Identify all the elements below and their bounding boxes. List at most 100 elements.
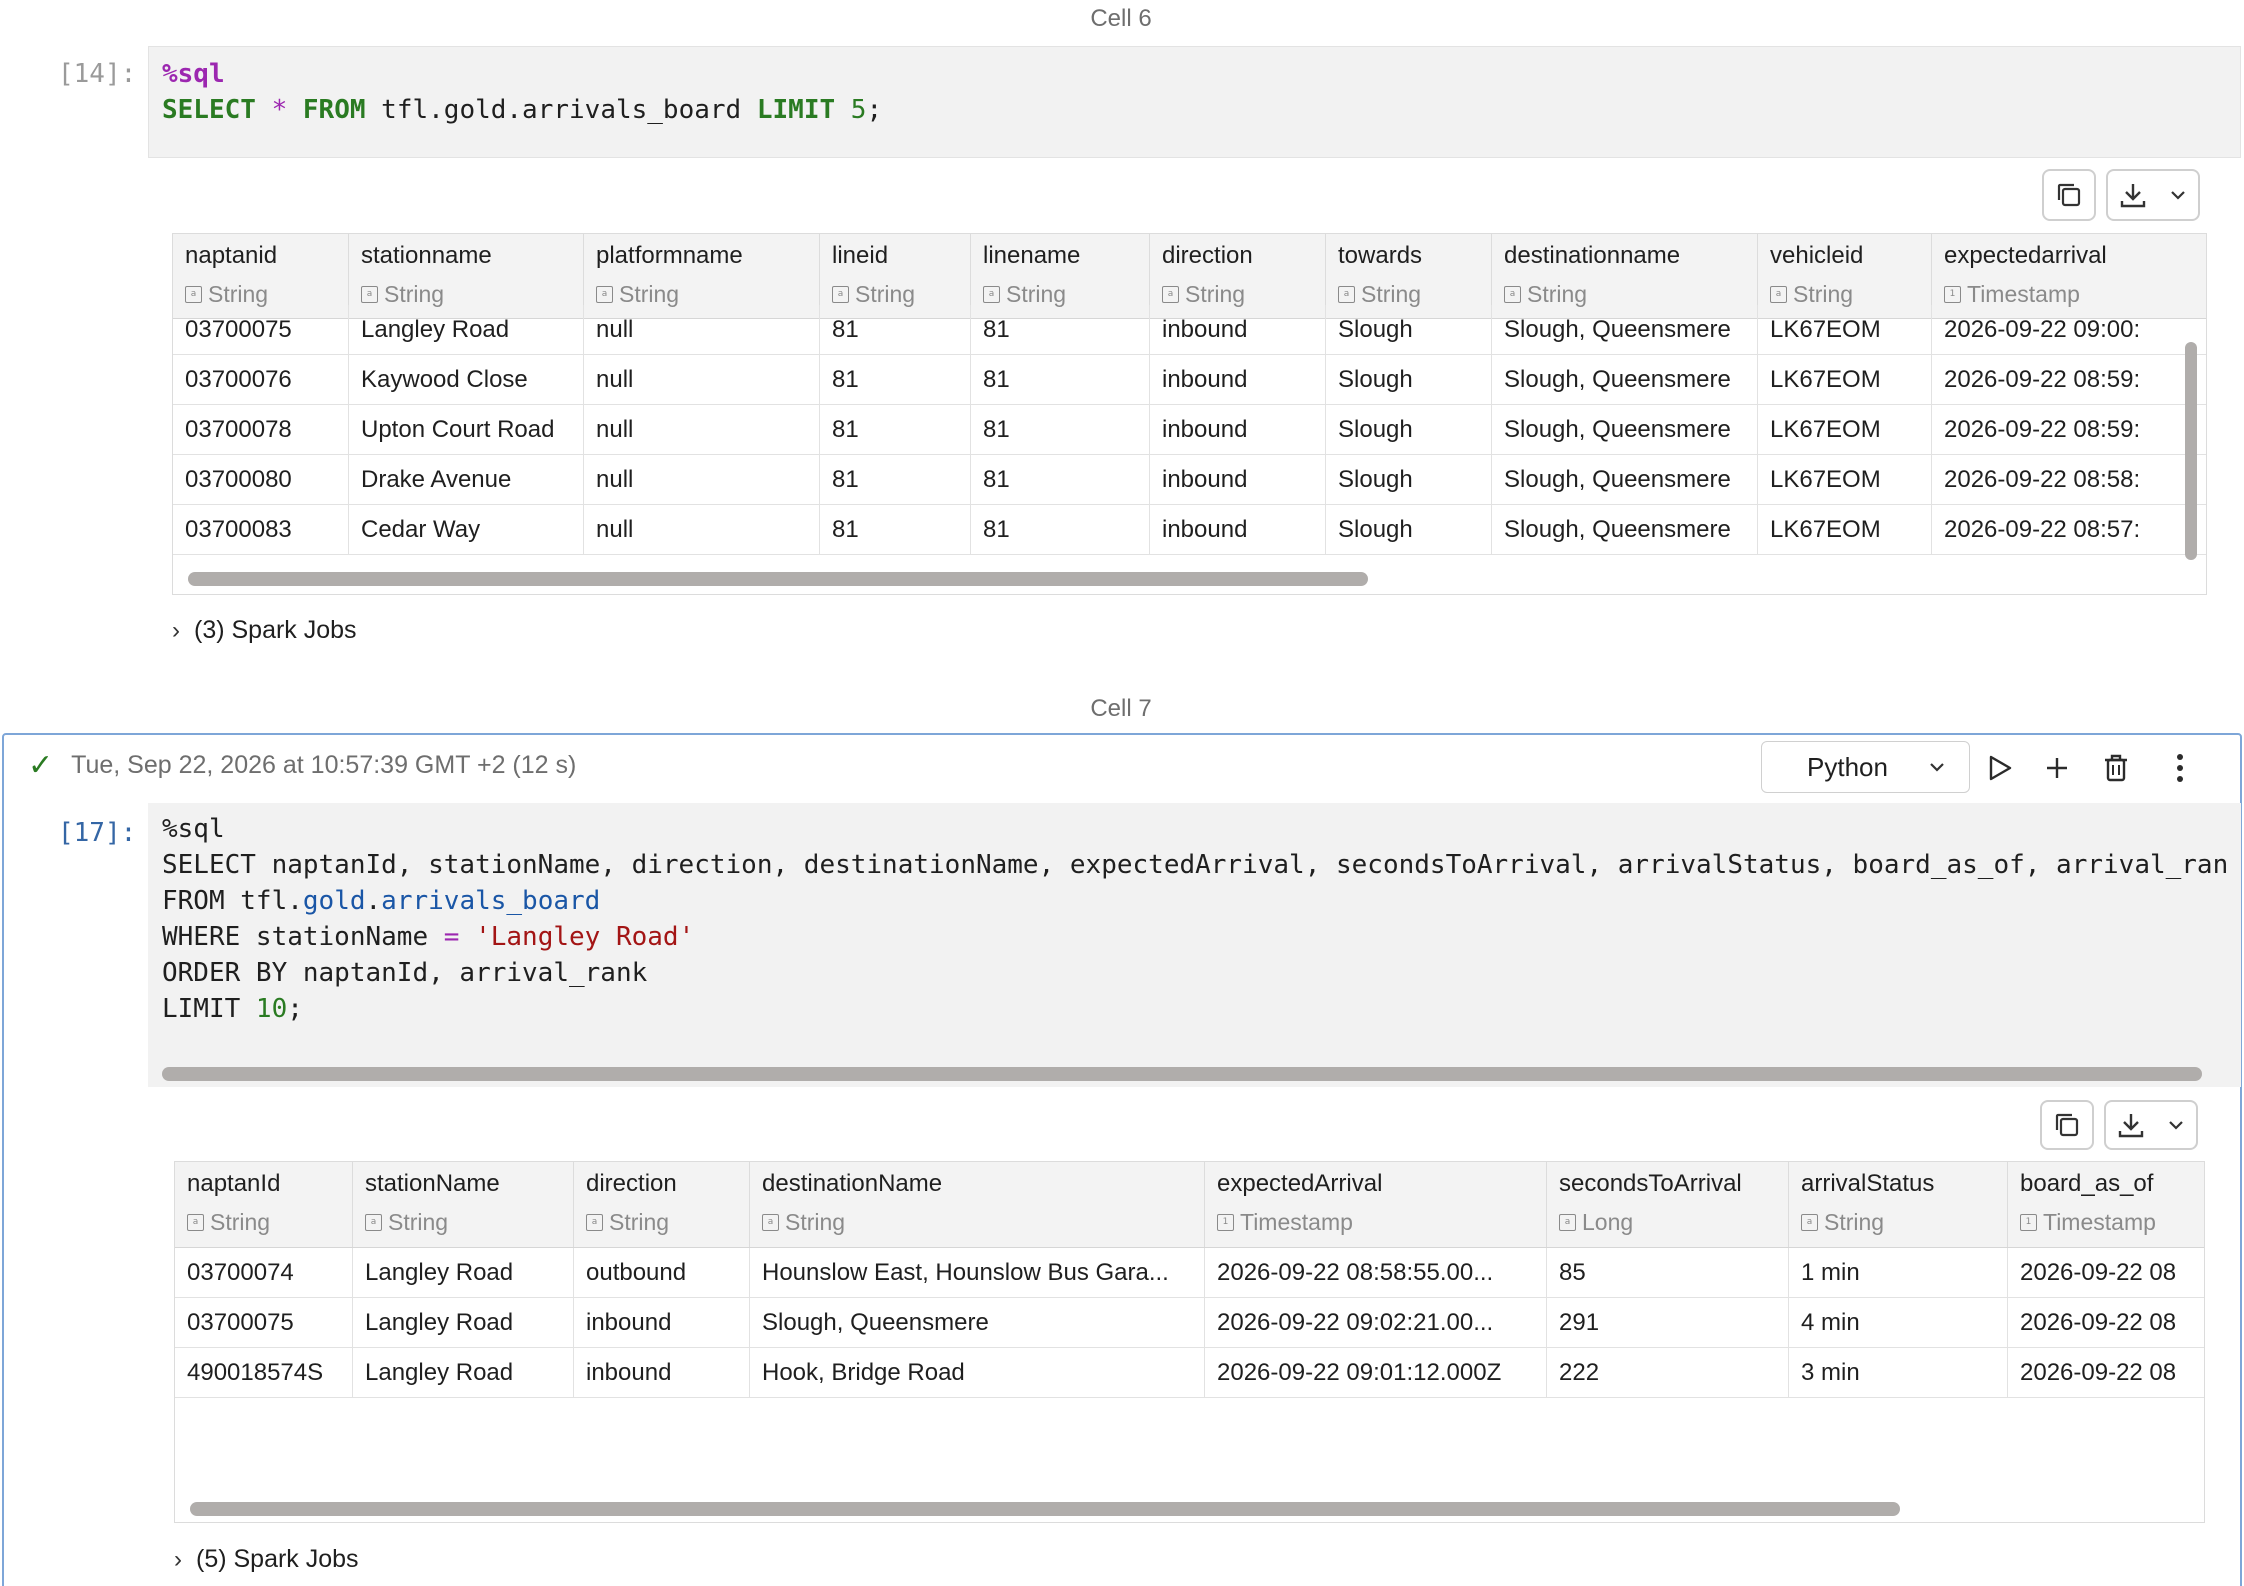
table-cell[interactable]: 81: [971, 455, 1150, 504]
table-cell[interactable]: 2026-09-22 09:01:12.000Z: [1205, 1348, 1547, 1397]
table-cell[interactable]: Hook, Bridge Road: [750, 1348, 1205, 1397]
table-cell[interactable]: Langley Road: [349, 305, 584, 354]
table-row[interactable]: 03700078 Upton Court Road null 81 81 inbound S…: [173, 405, 2206, 455]
table-cell[interactable]: LK67EOM: [1758, 305, 1932, 354]
table-cell[interactable]: Langley Road: [353, 1298, 574, 1347]
table-row[interactable]: 03700074 Langley Road outbound Hounslow Eas…: [175, 1248, 2204, 1298]
table-cell[interactable]: LK67EOM: [1758, 355, 1932, 404]
table-cell[interactable]: 2026-09-22 08:59:: [1932, 355, 2206, 404]
table-cell[interactable]: 81: [820, 505, 971, 554]
table-cell[interactable]: null: [584, 355, 820, 404]
more-options-button[interactable]: [2160, 748, 2200, 788]
run-cell-button[interactable]: [1980, 748, 2020, 788]
table-cell[interactable]: inbound: [1150, 405, 1326, 454]
table-cell[interactable]: 81: [971, 305, 1150, 354]
table-cell[interactable]: 03700078: [173, 405, 349, 454]
table-cell[interactable]: 2026-09-22 09:00:: [1932, 305, 2206, 354]
add-cell-button[interactable]: [2037, 748, 2077, 788]
table-cell[interactable]: Langley Road: [353, 1248, 574, 1297]
table-cell[interactable]: Kaywood Close: [349, 355, 584, 404]
table-cell[interactable]: Slough, Queensmere: [1492, 455, 1758, 504]
table-cell[interactable]: Cedar Way: [349, 505, 584, 554]
table-cell[interactable]: 4 min: [1789, 1298, 2008, 1347]
column-header-expectedArrival[interactable]: expectedArrival 1 Timestamp: [1205, 1162, 1547, 1247]
cell-6-spark-jobs[interactable]: › (3) Spark Jobs: [172, 616, 357, 645]
table-cell[interactable]: Slough, Queensmere: [1492, 355, 1758, 404]
table-cell[interactable]: 81: [820, 405, 971, 454]
table-cell[interactable]: Slough, Queensmere: [1492, 405, 1758, 454]
table-cell[interactable]: null: [584, 505, 820, 554]
table-cell[interactable]: Slough, Queensmere: [750, 1298, 1205, 1347]
horizontal-scrollbar[interactable]: [188, 572, 1368, 586]
table-cell[interactable]: null: [584, 305, 820, 354]
table-cell[interactable]: 03700083: [173, 505, 349, 554]
table-cell[interactable]: 81: [971, 405, 1150, 454]
table-cell[interactable]: 03700074: [175, 1248, 353, 1297]
table-row[interactable]: 03700075 Langley Road inbound Slough, Queen…: [175, 1298, 2204, 1348]
download-results-button[interactable]: [2106, 169, 2200, 221]
column-header-arrivalStatus[interactable]: arrivalStatus a String: [1789, 1162, 2008, 1247]
table-cell[interactable]: Slough, Queensmere: [1492, 505, 1758, 554]
column-header-secondsToArrival[interactable]: secondsToArrival a Long: [1547, 1162, 1789, 1247]
table-cell[interactable]: inbound: [1150, 355, 1326, 404]
table-cell[interactable]: 03700080: [173, 455, 349, 504]
table-cell[interactable]: 1 min: [1789, 1248, 2008, 1297]
vertical-scrollbar[interactable]: [2185, 342, 2197, 560]
table-cell[interactable]: inbound: [1150, 455, 1326, 504]
table-cell[interactable]: Slough: [1326, 405, 1492, 454]
table-cell[interactable]: Drake Avenue: [349, 455, 584, 504]
table-cell[interactable]: 490018574S: [175, 1348, 353, 1397]
table-cell[interactable]: 81: [971, 355, 1150, 404]
table-cell[interactable]: 2026-09-22 08: [2008, 1348, 2204, 1397]
table-cell[interactable]: Slough: [1326, 505, 1492, 554]
table-cell[interactable]: 222: [1547, 1348, 1789, 1397]
table-cell[interactable]: Slough: [1326, 305, 1492, 354]
table-cell[interactable]: 81: [971, 505, 1150, 554]
table-cell[interactable]: 3 min: [1789, 1348, 2008, 1397]
column-header-board_as_of[interactable]: board_as_of 1 Timestamp: [2008, 1162, 2204, 1247]
table-row[interactable]: 03700080 Drake Avenue null 81 81 inbound Sloug…: [173, 455, 2206, 505]
delete-cell-button[interactable]: [2096, 748, 2136, 788]
table-cell[interactable]: inbound: [574, 1298, 750, 1347]
table-cell[interactable]: 2026-09-22 08:58:: [1932, 455, 2206, 504]
download-results-button[interactable]: [2104, 1100, 2198, 1150]
table-cell[interactable]: Slough: [1326, 355, 1492, 404]
horizontal-scrollbar[interactable]: [190, 1502, 1900, 1516]
code-horizontal-scrollbar[interactable]: [162, 1067, 2202, 1081]
table-cell[interactable]: 291: [1547, 1298, 1789, 1347]
cell-7-results-table[interactable]: naptanId a String stationName a String direc…: [174, 1161, 2205, 1523]
table-cell[interactable]: Langley Road: [353, 1348, 574, 1397]
table-cell[interactable]: inbound: [1150, 305, 1326, 354]
table-row[interactable]: 490018574S Langley Road inbound Hook, Bridg…: [175, 1348, 2204, 1398]
column-header-stationName[interactable]: stationName a String: [353, 1162, 574, 1247]
table-cell[interactable]: 03700075: [173, 305, 349, 354]
table-cell[interactable]: 81: [820, 355, 971, 404]
copy-results-button[interactable]: [2042, 169, 2096, 221]
column-header-direction[interactable]: direction a String: [574, 1162, 750, 1247]
table-cell[interactable]: 2026-09-22 09:02:21.00...: [1205, 1298, 1547, 1347]
table-cell[interactable]: null: [584, 405, 820, 454]
column-header-naptanId[interactable]: naptanId a String: [175, 1162, 353, 1247]
table-cell[interactable]: LK67EOM: [1758, 405, 1932, 454]
table-cell[interactable]: null: [584, 455, 820, 504]
copy-results-button[interactable]: [2040, 1100, 2094, 1150]
table-cell[interactable]: 81: [820, 455, 971, 504]
table-cell[interactable]: 2026-09-22 08:59:: [1932, 405, 2206, 454]
table-cell[interactable]: 2026-09-22 08: [2008, 1248, 2204, 1297]
table-cell[interactable]: 03700075: [175, 1298, 353, 1347]
table-row[interactable]: 03700083 Cedar Way null 81 81 inbound Slough Sl…: [173, 505, 2206, 555]
cell-7-spark-jobs[interactable]: › (5) Spark Jobs: [174, 1545, 359, 1574]
table-cell[interactable]: outbound: [574, 1248, 750, 1297]
cell-6-results-table[interactable]: naptanid a String stationname a String platf…: [172, 233, 2207, 595]
table-cell[interactable]: 85: [1547, 1248, 1789, 1297]
column-header-destinationName[interactable]: destinationName a String: [750, 1162, 1205, 1247]
table-cell[interactable]: LK67EOM: [1758, 505, 1932, 554]
table-cell[interactable]: 03700076: [173, 355, 349, 404]
table-cell[interactable]: Slough: [1326, 455, 1492, 504]
table-cell[interactable]: inbound: [574, 1348, 750, 1397]
table-row[interactable]: 03700076 Kaywood Close null 81 81 inbound Slou…: [173, 355, 2206, 405]
table-cell[interactable]: inbound: [1150, 505, 1326, 554]
table-cell[interactable]: 81: [820, 305, 971, 354]
language-select[interactable]: Python: [1761, 741, 1970, 793]
table-cell[interactable]: 2026-09-22 08:57:: [1932, 505, 2206, 554]
